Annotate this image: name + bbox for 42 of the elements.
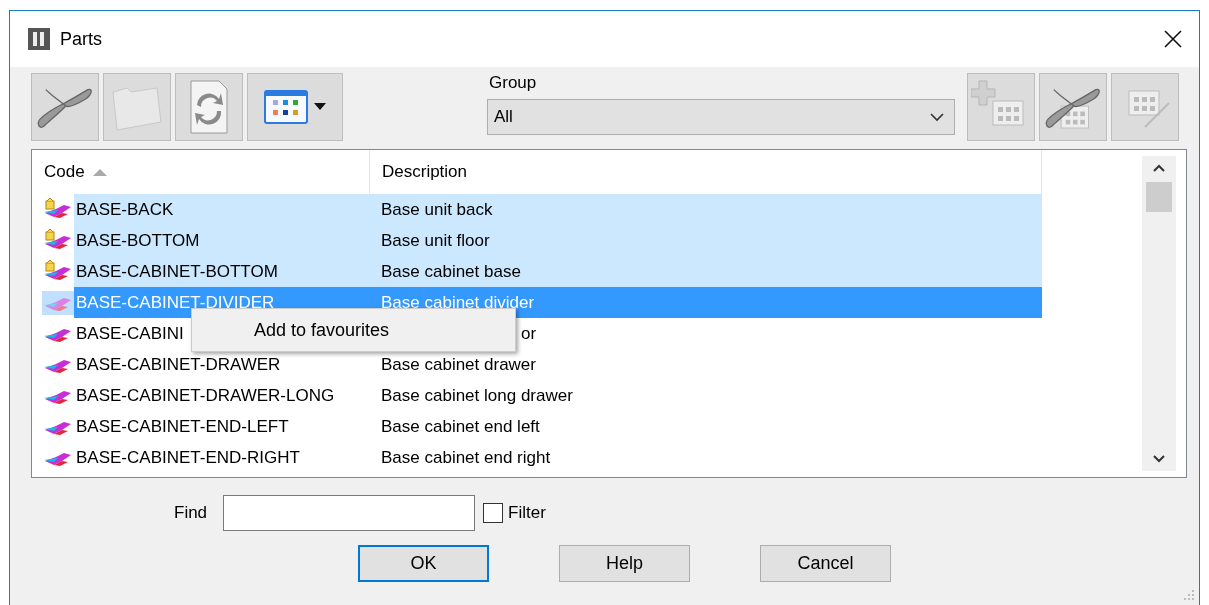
code-cell[interactable]: BASE-CABINI bbox=[74, 318, 184, 349]
code-cell[interactable]: BASE-CABINET-END-RIGHT bbox=[74, 442, 370, 473]
description-cell[interactable]: Base cabinet base bbox=[370, 256, 1042, 287]
scroll-down-icon bbox=[1153, 455, 1165, 463]
find-label: Find bbox=[174, 503, 208, 523]
scrollbar-thumb[interactable] bbox=[1146, 182, 1172, 212]
description-cell[interactable]: Base cabinet end left bbox=[370, 411, 1042, 442]
filter-label: Filter bbox=[508, 503, 546, 523]
description-cell[interactable]: Base cabinet end right bbox=[370, 442, 1042, 473]
scrollbar[interactable] bbox=[1142, 156, 1176, 471]
description-cell[interactable]: Base cabinet long drawer bbox=[370, 380, 1042, 411]
code-cell[interactable]: BASE-CABINET-END-LEFT bbox=[74, 411, 370, 442]
filter-checkbox[interactable] bbox=[483, 503, 504, 523]
description-cell[interactable]: Base unit floor bbox=[370, 225, 1042, 256]
close-icon bbox=[1163, 29, 1183, 49]
code-cell[interactable]: BASE-CABINET-BOTTOM bbox=[74, 256, 370, 287]
dialog-button[interactable]: OK bbox=[358, 545, 489, 582]
window-title: Parts bbox=[60, 28, 103, 50]
code-cell[interactable]: BASE-BACK bbox=[74, 194, 370, 225]
description-cell[interactable]: Base cabinet drawer bbox=[370, 349, 1042, 380]
delete-group-button[interactable] bbox=[1039, 73, 1107, 141]
resize-grip-icon[interactable] bbox=[1183, 589, 1195, 601]
delete-button[interactable] bbox=[31, 73, 99, 141]
code-cell[interactable]: BASE-CABINET-DRAWER-LONG bbox=[74, 380, 370, 411]
refresh-button[interactable] bbox=[175, 73, 243, 141]
group-dropdown[interactable]: All bbox=[487, 99, 955, 135]
scroll-up-icon bbox=[1153, 164, 1165, 172]
group-label: Group bbox=[489, 73, 538, 93]
table-view-icon bbox=[264, 90, 308, 124]
find-field[interactable] bbox=[223, 495, 476, 531]
part-icon bbox=[42, 290, 74, 315]
context-menu[interactable]: Add to favourites bbox=[191, 308, 516, 352]
dialog-button[interactable]: Cancel bbox=[760, 545, 891, 582]
dialog-button[interactable]: Help bbox=[559, 545, 690, 582]
view-dropdown-button[interactable] bbox=[247, 73, 343, 141]
description-cell[interactable]: Base unit back bbox=[370, 194, 1042, 225]
chevron-down-icon bbox=[930, 112, 944, 122]
code-cell[interactable]: BASE-CABINET-DRAWER bbox=[74, 349, 370, 380]
caret-icon bbox=[314, 103, 326, 111]
description-cell[interactable]: or bbox=[521, 318, 537, 349]
code-cell[interactable]: BASE-BOTTOM bbox=[74, 225, 370, 256]
app-icon bbox=[28, 28, 50, 50]
